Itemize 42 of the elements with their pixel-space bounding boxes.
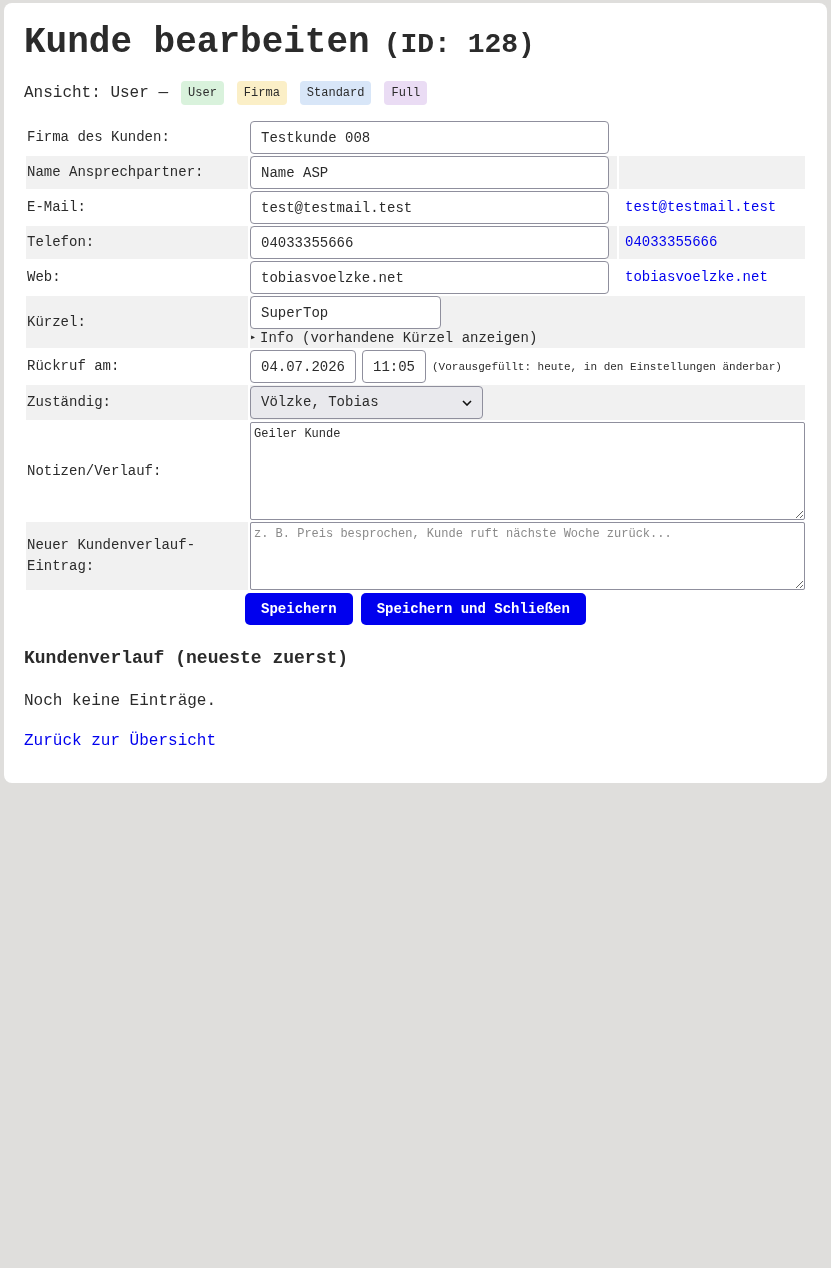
- field-label: Web:: [27, 269, 61, 285]
- disclosure-marker: ▸: [250, 331, 257, 345]
- view-badge[interactable]: Standard: [299, 81, 372, 105]
- save-button[interactable]: Speichern und Schließen: [360, 593, 586, 625]
- contact-link[interactable]: tobiasvoelzke.net: [625, 269, 768, 285]
- text-field[interactable]: tobiasvoelzke.net: [250, 261, 609, 294]
- text-field[interactable]: Name ASP: [250, 156, 609, 189]
- view-label: Ansicht: User —: [24, 83, 169, 104]
- section-heading: Kundenverlauf (neueste zuerst): [24, 647, 350, 670]
- notes-field[interactable]: Geiler Kunde: [250, 422, 805, 520]
- time-field[interactable]: 11:05: [362, 350, 426, 383]
- hint-text: (Vorausgefüllt: heute, in den Einstellungen änderbar): [432, 359, 783, 375]
- empty-history-text: Noch keine Einträge.: [24, 691, 218, 712]
- save-button[interactable]: Speichern: [245, 593, 353, 625]
- field-label: Kürzel:: [27, 313, 86, 330]
- view-badge[interactable]: User: [181, 81, 224, 105]
- field-label: Name Ansprechpartner:: [27, 164, 204, 180]
- customer-id: (ID: 128): [383, 28, 535, 62]
- text-field[interactable]: 04033355666: [250, 226, 609, 259]
- contact-link[interactable]: 04033355666: [625, 234, 718, 250]
- field-label: Notizen/Verlauf:: [27, 462, 162, 479]
- field-label: Neuer Kundenverlauf-Eintrag:: [27, 537, 196, 574]
- date-field[interactable]: 04.07.2026: [250, 350, 356, 383]
- notes-field[interactable]: z. B. Preis besprochen, Kunde ruft nächste Woche zurück...: [250, 522, 805, 590]
- contact-link[interactable]: test@testmail.test: [625, 199, 777, 215]
- field-label: Zuständig:: [27, 394, 111, 410]
- text-field[interactable]: test@testmail.test: [250, 191, 609, 224]
- disclosure-label: Info (vorhandene Kürzel anzeigen): [260, 329, 538, 347]
- text-field[interactable]: Testkunde 008: [250, 121, 609, 154]
- page-title: Kunde bearbeiten: [24, 21, 370, 65]
- text-field[interactable]: SuperTop: [250, 296, 441, 329]
- back-link[interactable]: Zurück zur Übersicht: [24, 732, 217, 750]
- field-label: Rückruf am:: [27, 358, 120, 374]
- view-badge[interactable]: Full: [384, 81, 428, 105]
- field-label: Telefon:: [27, 234, 95, 250]
- chevron-down-icon: [462, 399, 472, 406]
- info-disclosure[interactable]: ▸ Info (vorhandene Kürzel anzeigen): [250, 329, 805, 347]
- view-badge[interactable]: Firma: [236, 81, 287, 105]
- select-value: Völzke, Tobias: [261, 393, 379, 412]
- field-label: Firma des Kunden:: [27, 129, 170, 145]
- field-label: E-Mail:: [27, 199, 86, 215]
- assignee-select[interactable]: Völzke, Tobias: [250, 386, 483, 419]
